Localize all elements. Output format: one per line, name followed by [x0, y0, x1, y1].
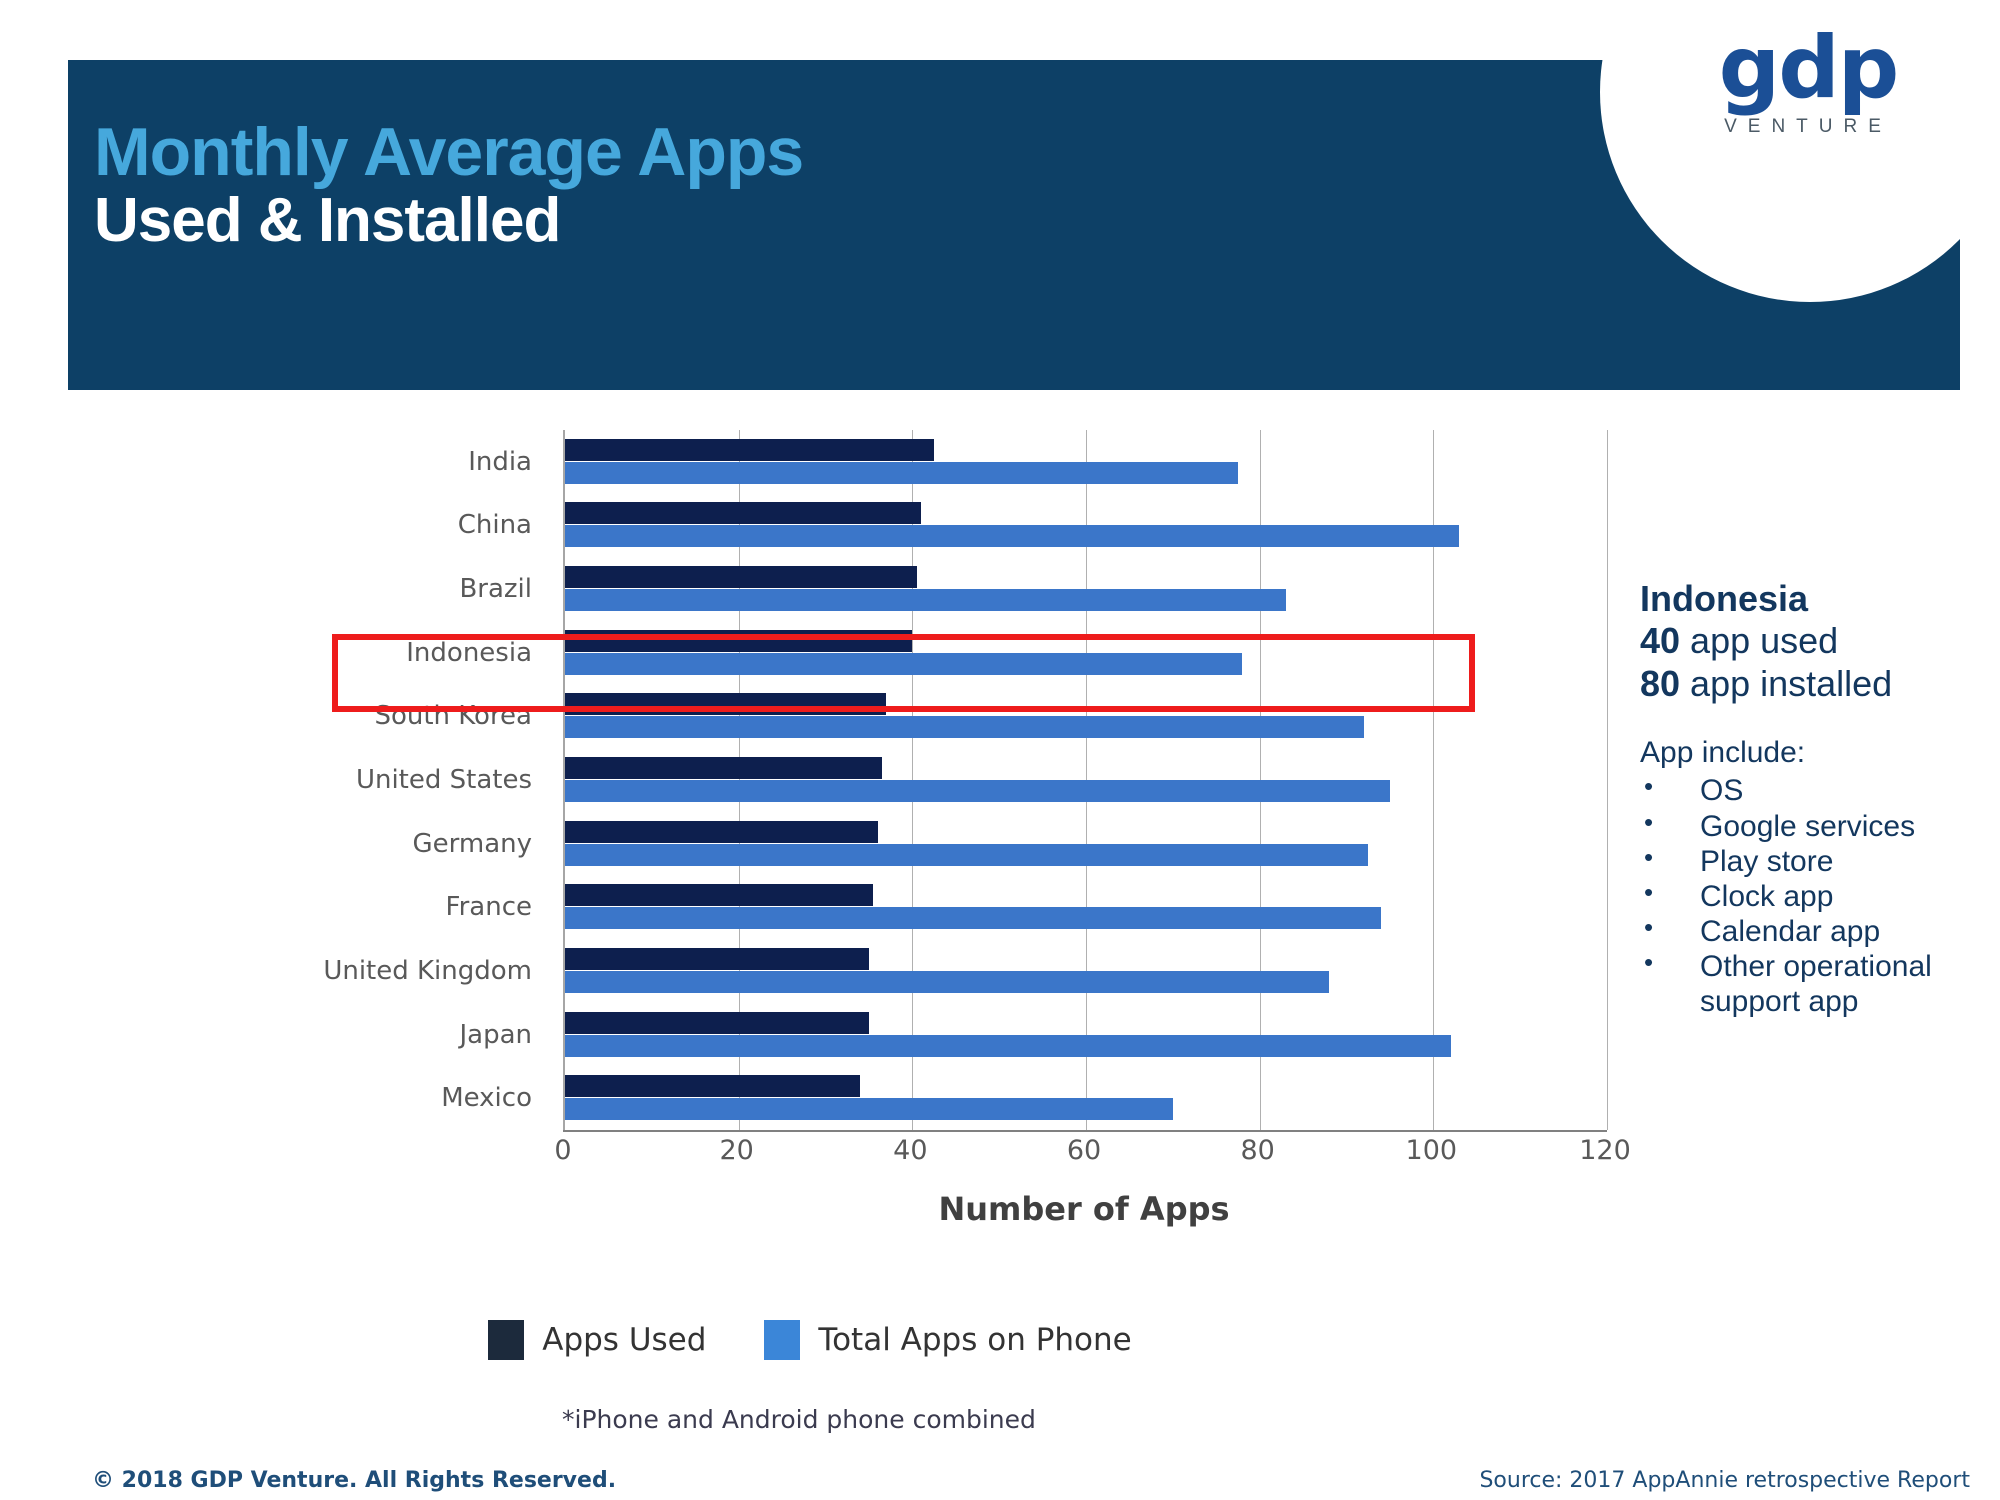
chart-footnote: *iPhone and Android phone combined — [562, 1405, 1036, 1434]
x-tick-label: 60 — [1066, 1135, 1102, 1166]
bar-total-apps — [565, 843, 1369, 866]
callout-apps-used-value: 40 — [1640, 620, 1681, 662]
bar-total-apps — [565, 461, 1238, 484]
bar-total-apps — [565, 907, 1382, 930]
bar-total-apps — [565, 525, 1460, 548]
app-include-item-label: Calendar app — [1700, 914, 1881, 948]
bullet-icon: • — [1644, 876, 1654, 907]
bar-total-apps — [565, 1098, 1173, 1121]
callout-apps-installed-value: 80 — [1640, 662, 1681, 704]
gridline — [1607, 430, 1608, 1130]
plot-area — [563, 430, 1608, 1130]
logo-subtitle: VENTURE — [1724, 115, 1892, 137]
app-include-list: • OS • Google services • Play store • Clock app… — [1640, 771, 1990, 1019]
title-line-secondary: Used & Installed — [94, 186, 561, 255]
app-include-item: • OS — [1640, 771, 1990, 808]
legend-label: Apps Used — [542, 1322, 707, 1358]
category-label: Mexico — [441, 1083, 532, 1114]
bar-apps-used — [565, 757, 882, 779]
bar-total-apps — [565, 1034, 1451, 1057]
bar-total-apps — [565, 716, 1364, 739]
page-title: Monthly Average Apps Used & Installed — [94, 114, 804, 255]
callout-apps-used: 40 app used — [1640, 620, 1990, 662]
bar-apps-used — [565, 566, 917, 589]
category-label: Germany — [412, 828, 532, 859]
bullet-icon: • — [1644, 806, 1654, 837]
callout-apps-installed: 80 app installed — [1640, 663, 1990, 705]
logo-wordmark: gdp — [1718, 18, 1900, 118]
x-tick-label: 40 — [893, 1135, 928, 1166]
app-include-item-label: Clock app — [1700, 879, 1834, 913]
footer-copyright: © 2018 GDP Venture. All Rights Reserved. — [92, 1468, 617, 1493]
app-include-item: • Calendar app — [1640, 911, 1990, 949]
legend-swatch-icon — [764, 1320, 801, 1360]
x-axis-title: Number of Apps — [938, 1190, 1230, 1228]
x-axis-tick-labels: 0 20 40 60 80 100 120 — [0, 1135, 2000, 1185]
category-label: United States — [355, 765, 532, 795]
legend-item: Total Apps on Phone — [764, 1320, 1132, 1360]
callout-apps-used-label: app used — [1680, 620, 1839, 662]
category-label: Brazil — [459, 574, 532, 605]
category-label: United Kingdom — [323, 955, 532, 986]
legend-swatch-icon — [488, 1320, 525, 1360]
x-axis-line — [563, 1130, 1607, 1132]
footer-source: Source: 2017 AppAnnie retrospective Repo… — [1479, 1468, 1970, 1493]
bar-apps-used — [565, 502, 922, 525]
chart-legend: Apps Used Total Apps on Phone — [0, 1320, 1620, 1360]
app-include-heading: App include: — [1640, 736, 1806, 770]
bullet-icon: • — [1644, 911, 1654, 942]
app-include-item-label: OS — [1700, 774, 1744, 808]
bar-total-apps — [565, 589, 1286, 612]
app-include-item-label: Play store — [1700, 844, 1834, 878]
x-tick-label: 0 — [554, 1135, 572, 1166]
app-include-item: • Google services — [1640, 806, 1990, 844]
gdp-venture-logo: gdp VENTURE — [1668, 18, 1948, 138]
app-include-item: • Other operational support app — [1640, 946, 1990, 1019]
bar-apps-used — [565, 438, 935, 461]
category-axis-labels: India China Brazil Indonesia South Korea Unit… — [290, 430, 540, 1150]
x-tick-label: 100 — [1405, 1135, 1458, 1166]
category-label: France — [445, 892, 532, 923]
bar-total-apps — [565, 970, 1330, 993]
legend-item: Apps Used — [488, 1320, 706, 1360]
callout-apps-installed-label: app installed — [1680, 662, 1893, 704]
category-label: India — [468, 446, 532, 477]
indonesia-highlight-box — [332, 634, 1475, 712]
indonesia-callout-panel: Indonesia 40 app used 80 app installed A… — [1640, 578, 1990, 1019]
app-include-item-label: Other operational support app — [1700, 949, 1932, 1018]
x-tick-label: 80 — [1240, 1135, 1275, 1166]
app-include-item: • Play store — [1640, 841, 1990, 879]
category-label: China — [457, 510, 532, 541]
callout-country: Indonesia — [1640, 578, 1809, 619]
bar-apps-used — [565, 947, 869, 970]
bullet-icon: • — [1644, 841, 1654, 872]
x-tick-label: 20 — [719, 1135, 754, 1166]
bar-apps-used — [565, 884, 874, 907]
bar-apps-used — [565, 1075, 861, 1098]
title-line-primary: Monthly Average Apps — [94, 114, 804, 190]
bar-total-apps — [565, 780, 1390, 802]
app-include-item-label: Google services — [1700, 809, 1916, 843]
app-include-item: • Clock app — [1640, 876, 1990, 914]
bar-apps-used — [565, 1011, 869, 1034]
bullet-icon: • — [1644, 946, 1654, 977]
bullet-icon: • — [1644, 771, 1654, 802]
category-label: Japan — [459, 1019, 532, 1050]
bar-apps-used — [565, 820, 878, 843]
legend-label: Total Apps on Phone — [818, 1322, 1132, 1358]
x-tick-label: 120 — [1579, 1135, 1631, 1166]
